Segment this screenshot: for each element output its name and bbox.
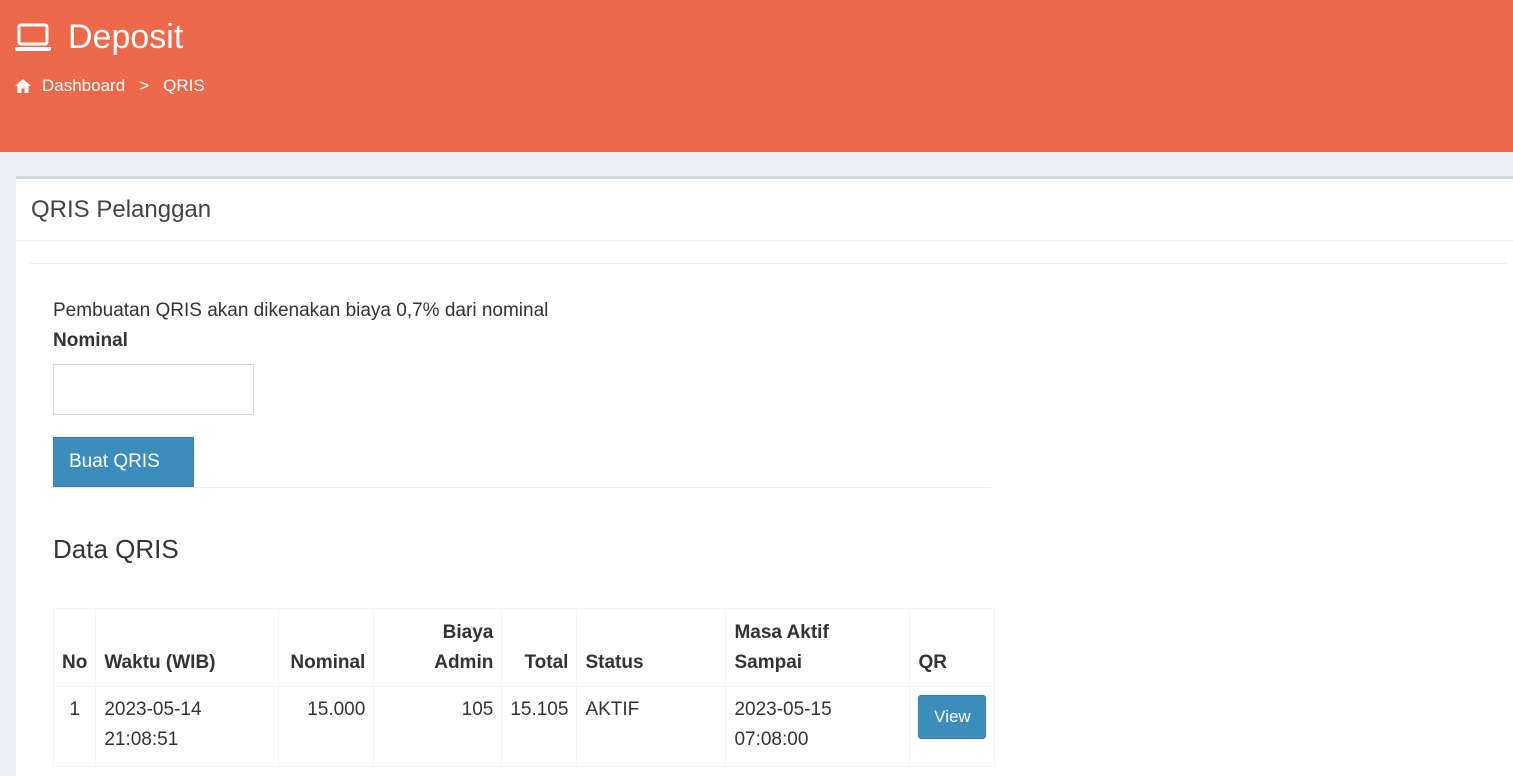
cell-masa-time: 07:08:00 [734, 729, 809, 750]
header-total: Total [501, 608, 578, 687]
header-masa-line2: Sampai [734, 652, 803, 673]
nominal-input[interactable] [53, 364, 254, 415]
header-no: No [52, 608, 97, 687]
page-title-text: Deposit [68, 18, 184, 56]
laptop-icon [14, 23, 52, 53]
page-title: Deposit [14, 18, 183, 57]
data-qris-title: Data QRIS [53, 534, 179, 564]
home-icon [14, 78, 32, 94]
cell-total: 15.105 [501, 686, 578, 767]
header-nominal: Nominal [278, 608, 375, 687]
form-divider [53, 487, 991, 488]
view-qr-button[interactable]: View [918, 695, 987, 739]
cell-no: 1 [52, 686, 97, 767]
qris-box: QRIS Pelanggan Pembuatan QRIS akan diken… [16, 176, 1513, 776]
qris-table: No Waktu (WIB) Nominal Biaya Admin Total… [52, 608, 996, 767]
cell-waktu-date: 2023-05-14 [104, 699, 202, 720]
page-header: Deposit Dashboard > QRIS [0, 0, 1513, 152]
cell-nominal: 15.000 [278, 686, 375, 767]
header-masa-line1: Masa Aktif [734, 622, 829, 643]
breadcrumb: Dashboard > QRIS [14, 76, 205, 96]
table-row: 1 2023-05-14 21:08:51 15.000 105 15.105 … [52, 686, 996, 767]
cell-status: AKTIF [576, 686, 727, 767]
header-masa-aktif: Masa Aktif Sampai [725, 608, 911, 687]
box-divider [30, 263, 1507, 264]
header-biaya-line2: Admin [434, 652, 494, 673]
cell-masa-date: 2023-05-15 [734, 699, 832, 720]
header-biaya-admin: Biaya Admin [373, 608, 503, 687]
header-waktu: Waktu (WIB) [95, 608, 280, 687]
cell-masa-aktif: 2023-05-15 07:08:00 [725, 686, 911, 767]
breadcrumb-dashboard-link[interactable]: Dashboard [42, 76, 125, 96]
nominal-label: Nominal [53, 330, 128, 351]
table-header-row: No Waktu (WIB) Nominal Biaya Admin Total… [52, 608, 996, 687]
breadcrumb-separator: > [139, 76, 150, 95]
box-title: QRIS Pelanggan [16, 179, 1513, 241]
breadcrumb-current: QRIS [163, 76, 205, 95]
header-biaya-line1: Biaya [442, 622, 494, 643]
cell-waktu-time: 21:08:51 [104, 729, 179, 750]
cell-qr: View [909, 686, 996, 767]
fee-note: Pembuatan QRIS akan dikenakan biaya 0,7%… [53, 300, 549, 321]
header-qr: QR [909, 608, 996, 687]
cell-waktu: 2023-05-14 21:08:51 [95, 686, 280, 767]
cell-biaya: 105 [373, 686, 503, 767]
header-status: Status [576, 608, 727, 687]
buat-qris-button[interactable]: Buat QRIS [53, 437, 194, 487]
